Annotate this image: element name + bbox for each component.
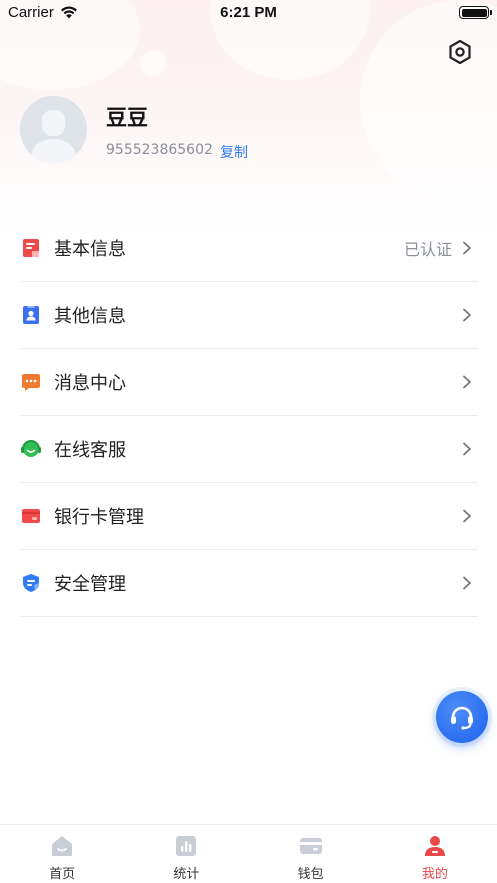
menu-item-online-support[interactable]: 在线客服	[19, 416, 478, 483]
customer-service-fab[interactable]	[436, 691, 488, 743]
headset-icon	[451, 706, 473, 730]
copy-id-link[interactable]: 复制	[220, 142, 248, 162]
menu-item-security[interactable]: 安全管理	[19, 550, 478, 617]
settings-button[interactable]	[446, 38, 474, 66]
shield-icon	[20, 572, 42, 594]
bank-card-icon	[20, 505, 42, 527]
headset-icon	[20, 438, 42, 460]
menu-item-label: 基本信息	[54, 239, 126, 260]
home-icon	[49, 833, 75, 859]
chevron-right-icon	[463, 241, 471, 255]
user-icon	[422, 833, 448, 859]
menu-item-label: 在线客服	[54, 440, 126, 461]
menu-item-label: 银行卡管理	[54, 507, 144, 528]
menu-item-message-center[interactable]: 消息中心	[19, 349, 478, 416]
battery-icon	[459, 6, 492, 19]
bottom-tab-bar: 首页 统计 钱包 我的	[0, 824, 497, 883]
menu-item-basic-info[interactable]: 基本信息 已认证	[19, 215, 478, 282]
verified-status: 已认证	[403, 240, 452, 259]
avatar[interactable]	[20, 96, 87, 163]
clock: 6:21 PM	[220, 4, 277, 21]
menu-item-label: 安全管理	[54, 574, 126, 595]
tab-label: 钱包	[297, 867, 324, 882]
chevron-right-icon	[463, 576, 471, 590]
wallet-icon	[298, 833, 324, 859]
menu-item-label: 消息中心	[54, 373, 126, 394]
tab-label: 统计	[173, 867, 200, 882]
tab-home[interactable]: 首页	[0, 825, 124, 883]
message-icon	[20, 371, 42, 393]
id-card-icon	[20, 304, 42, 326]
menu-item-label: 其他信息	[54, 306, 126, 327]
tab-label: 首页	[49, 867, 76, 882]
chevron-right-icon	[463, 442, 471, 456]
tab-mine[interactable]: 我的	[373, 825, 497, 883]
username: 豆豆	[106, 106, 148, 130]
tab-label: 我的	[421, 867, 448, 882]
menu-item-bank-card[interactable]: 银行卡管理	[19, 483, 478, 550]
hexagon-settings-icon	[449, 39, 471, 65]
tab-wallet[interactable]: 钱包	[249, 825, 373, 883]
chevron-right-icon	[463, 509, 471, 523]
user-id: 955523865602	[106, 142, 213, 158]
menu-item-other-info[interactable]: 其他信息	[19, 282, 478, 349]
chevron-right-icon	[463, 308, 471, 322]
stats-icon	[173, 833, 199, 859]
chevron-right-icon	[463, 375, 471, 389]
tab-stats[interactable]: 统计	[124, 825, 248, 883]
avatar-placeholder-icon	[20, 96, 87, 163]
document-icon	[20, 237, 42, 259]
profile-menu: 基本信息 已认证 其他信息 消息中心 在线客服 银行卡管理 安全管理	[19, 215, 478, 617]
status-bar: Carrier 6:21 PM	[0, 0, 497, 26]
